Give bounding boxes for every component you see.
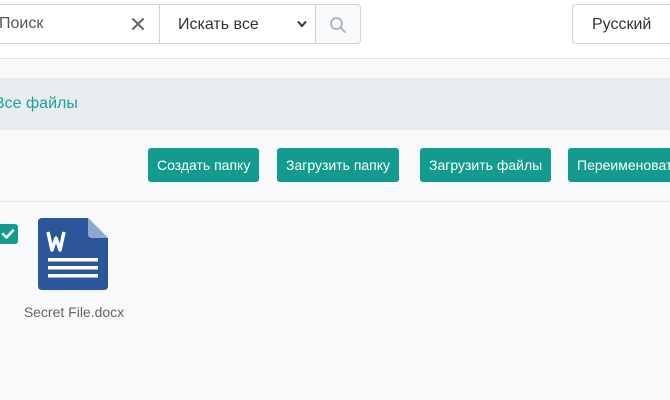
search-scope-value: Искать все: [178, 16, 259, 33]
file-list: Secret File.docx: [0, 202, 670, 400]
breadcrumb: Все файлы: [0, 78, 670, 130]
word-doc-icon: [38, 218, 108, 290]
file-name: Secret File.docx: [23, 304, 125, 320]
upload-files-button[interactable]: Загрузить файлы: [420, 148, 552, 182]
top-bar: Искать все Русский: [0, 0, 670, 59]
search-scope-select[interactable]: Искать все: [160, 4, 316, 44]
rename-button[interactable]: Переименовать: [568, 148, 670, 182]
language-selector[interactable]: Русский: [572, 4, 670, 44]
check-icon: [1, 229, 15, 239]
breadcrumb-all-files[interactable]: Все файлы: [0, 95, 78, 113]
search-icon: [330, 17, 346, 33]
search-button[interactable]: [316, 4, 361, 44]
upload-folder-button[interactable]: Загрузить папку: [277, 148, 400, 182]
create-folder-button[interactable]: Создать папку: [148, 148, 260, 182]
language-label: Русский: [592, 16, 652, 33]
file-item[interactable]: Secret File.docx: [20, 218, 130, 328]
search-box: [0, 4, 160, 44]
clear-search-button[interactable]: [129, 15, 147, 33]
file-toolbar: Создать папку Загрузить папку Загрузить …: [0, 131, 670, 202]
close-icon: [132, 18, 144, 30]
file-checkbox[interactable]: [0, 224, 18, 244]
search-input[interactable]: [0, 5, 121, 43]
chevron-down-icon: [297, 20, 307, 28]
